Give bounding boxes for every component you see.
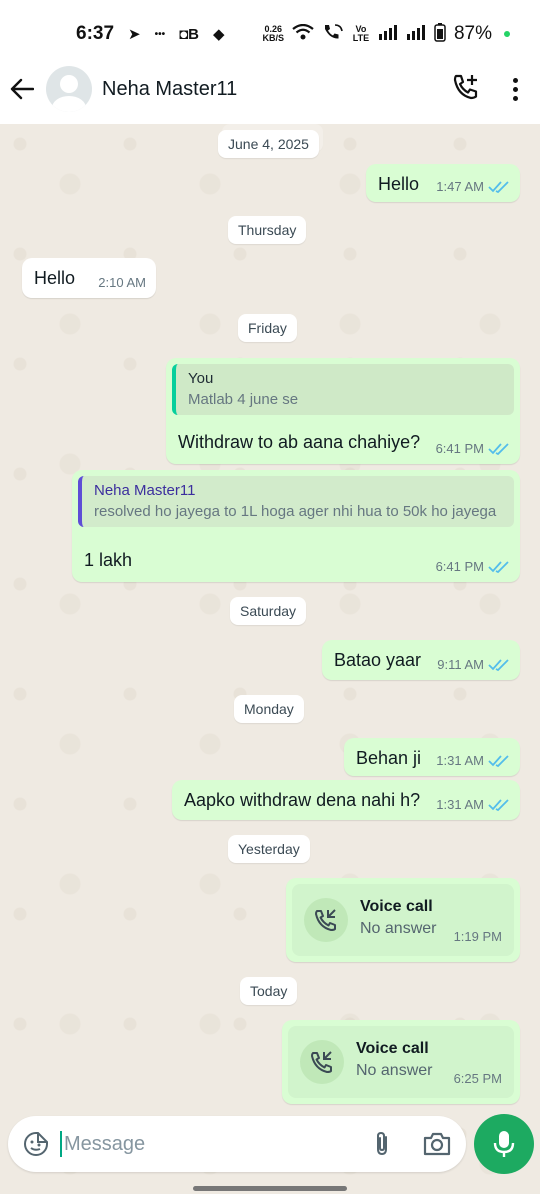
- double-check-icon: [488, 442, 509, 455]
- privacy-dot: [504, 31, 510, 37]
- app-b-icon: ◘B: [179, 25, 200, 43]
- message-time: 1:31 AM: [436, 797, 484, 812]
- quote-author: Neha Master11: [94, 482, 196, 499]
- date-chip-thursday: Thursday: [228, 216, 307, 244]
- quote-text: Matlab 4 june se: [188, 391, 299, 408]
- date-chip-saturday: Saturday: [230, 597, 307, 625]
- more-vert-icon[interactable]: [510, 77, 520, 101]
- contact-name[interactable]: Neha Master11: [102, 78, 237, 101]
- message-meta: 1:47 AM: [436, 179, 510, 194]
- double-check-icon: [488, 658, 509, 671]
- signal-1-icon: [378, 24, 398, 44]
- message-time: 2:10 AM: [98, 275, 146, 290]
- mic-icon: [493, 1131, 515, 1157]
- message-time: 6:41 PM: [435, 441, 484, 456]
- message-bubble-outgoing-reply[interactable]: Neha Master11 resolved ho jayega to 1L h…: [72, 470, 520, 582]
- volte-label: Vo LTE: [352, 24, 370, 43]
- message-meta: 1:31 AM: [436, 753, 510, 768]
- message-text: Batao yaar: [334, 650, 422, 670]
- camera-icon[interactable]: [422, 1130, 452, 1158]
- date-chip-monday: Monday: [234, 695, 304, 723]
- date-chip-yesterday: Yesterday: [228, 835, 310, 863]
- double-check-icon: [488, 798, 509, 811]
- back-arrow-icon[interactable]: [10, 76, 36, 102]
- message-text: Hello: [378, 174, 420, 194]
- message-bubble-outgoing[interactable]: Behan ji 1:31 AM: [344, 738, 520, 776]
- status-left: 6:37 ➤ ••• ◘B ◆: [76, 23, 225, 45]
- chat-area[interactable]: June 4, 2025 June 4, 2025 Hello 1:47 AM …: [0, 124, 540, 1194]
- message-time: 9:11 AM: [437, 657, 484, 672]
- avatar[interactable]: [46, 66, 92, 112]
- date-chip-june-4: June 4, 2025: [218, 130, 319, 158]
- message-time: 1:47 AM: [436, 179, 484, 194]
- missed-call-icon: [304, 898, 348, 942]
- message-text: 1 lakh: [84, 550, 133, 570]
- message-meta: 9:11 AM: [437, 657, 510, 672]
- wifi-call-icon: [322, 23, 344, 45]
- telegram-icon: ➤: [128, 26, 141, 43]
- double-check-icon: [488, 180, 509, 193]
- attach-icon[interactable]: [370, 1130, 394, 1158]
- message-meta: 1:31 AM: [436, 797, 510, 812]
- message-meta: 6:41 PM: [436, 441, 510, 456]
- message-time: 1:31 AM: [436, 753, 484, 768]
- quoted-message[interactable]: Neha Master11 resolved ho jayega to 1L h…: [78, 476, 514, 527]
- missed-call-icon: [300, 1040, 344, 1084]
- message-bubble-outgoing[interactable]: Batao yaar 9:11 AM: [322, 640, 520, 680]
- message-bubble-outgoing[interactable]: Aapko withdraw dena nahi h? 1:31 AM: [172, 780, 520, 820]
- home-indicator[interactable]: [193, 1186, 347, 1191]
- signal-2-icon: [406, 24, 426, 44]
- call-status: No answer: [360, 920, 437, 937]
- message-text: Behan ji: [356, 748, 422, 768]
- message-text: Aapko withdraw dena nahi h?: [184, 790, 421, 810]
- quote-text: resolved ho jayega to 1L hoga ager nhi h…: [94, 503, 497, 520]
- message-text: Withdraw to ab aana chahiye?: [178, 432, 421, 452]
- text-caret: [60, 1131, 62, 1157]
- notification-icon: •••: [154, 28, 166, 40]
- diamond-icon: ◆: [213, 26, 225, 43]
- sticker-icon[interactable]: [22, 1130, 50, 1158]
- status-time: 6:37: [76, 23, 115, 44]
- voice-call-bubble[interactable]: Voice call No answer 1:19 PM: [286, 878, 520, 962]
- wifi-icon: [292, 23, 314, 44]
- voice-call-card[interactable]: Voice call No answer 1:19 PM: [292, 884, 514, 956]
- call-status: No answer: [356, 1062, 433, 1079]
- date-chip-today: Today: [240, 977, 298, 1005]
- message-meta: 2:10 AM: [98, 275, 146, 290]
- mic-button[interactable]: [474, 1114, 534, 1174]
- message-bubble-outgoing-reply[interactable]: You Matlab 4 june se Withdraw to ab aana…: [166, 358, 520, 464]
- voice-call-card[interactable]: Voice call No answer 6:25 PM: [288, 1026, 514, 1098]
- call-time: 1:19 PM: [453, 929, 502, 944]
- date-chip-friday: Friday: [238, 314, 297, 342]
- message-bubble-outgoing[interactable]: Hello 1:47 AM: [366, 164, 520, 202]
- chat-header: Neha Master11: [0, 54, 540, 124]
- call-title: Voice call: [360, 898, 433, 915]
- message-input[interactable]: [64, 1132, 334, 1156]
- call-title: Voice call: [356, 1040, 429, 1057]
- message-bubble-incoming[interactable]: Hello 2:10 AM: [22, 258, 156, 298]
- net-speed: 0.26 KB/S: [262, 25, 284, 43]
- quoted-message[interactable]: You Matlab 4 june se: [172, 364, 514, 415]
- net-speed-unit: KB/S: [262, 33, 284, 43]
- status-right: 0.26 KB/S Vo LTE 87%: [262, 22, 510, 46]
- message-text: Hello: [34, 268, 76, 288]
- message-meta: 6:41 PM: [436, 559, 510, 574]
- double-check-icon: [488, 754, 509, 767]
- message-composer: [8, 1116, 466, 1172]
- add-call-icon[interactable]: [452, 73, 480, 106]
- double-check-icon: [488, 560, 509, 573]
- call-time: 6:25 PM: [453, 1071, 502, 1086]
- message-time: 6:41 PM: [435, 559, 484, 574]
- header-actions: [452, 73, 530, 106]
- battery-level: 87%: [453, 23, 492, 44]
- voice-call-bubble[interactable]: Voice call No answer 6:25 PM: [282, 1020, 520, 1104]
- quote-author: You: [188, 370, 214, 387]
- battery-icon: [434, 22, 446, 46]
